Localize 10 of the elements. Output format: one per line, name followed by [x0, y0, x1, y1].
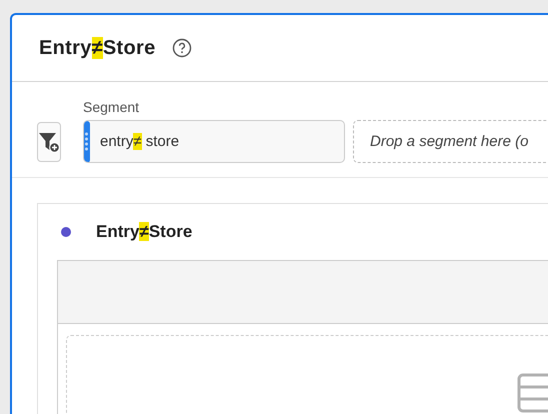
visualization-title: Entry≠Store — [96, 222, 192, 242]
segment-chip[interactable]: entry≠ store — [83, 120, 345, 163]
filter-add-icon — [38, 131, 60, 153]
segment-drop-zone[interactable]: Drop a segment here (o — [353, 120, 548, 163]
segment-name: entry≠ store — [100, 133, 180, 150]
drag-handle-icon[interactable] — [84, 121, 90, 162]
help-icon[interactable] — [172, 38, 192, 58]
table-icon — [517, 373, 548, 413]
segment-label: Segment — [83, 99, 140, 115]
add-filter-button[interactable] — [37, 122, 61, 162]
